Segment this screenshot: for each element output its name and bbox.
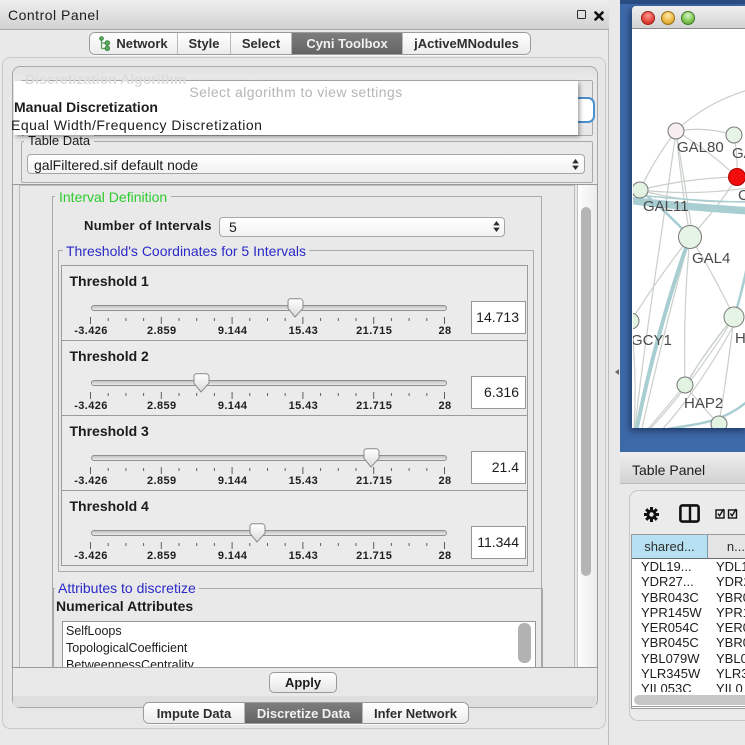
svg-text:C: C — [738, 187, 745, 204]
svg-text:GAL80: GAL80 — [677, 139, 724, 156]
svg-text:GA: GA — [732, 145, 745, 162]
svg-text:HAP2: HAP2 — [684, 395, 723, 412]
svg-text:GAL4: GAL4 — [692, 250, 730, 267]
svg-text:H: H — [735, 330, 745, 347]
svg-text:GAL11: GAL11 — [643, 198, 689, 215]
svg-text:GCY1: GCY1 — [633, 332, 672, 349]
